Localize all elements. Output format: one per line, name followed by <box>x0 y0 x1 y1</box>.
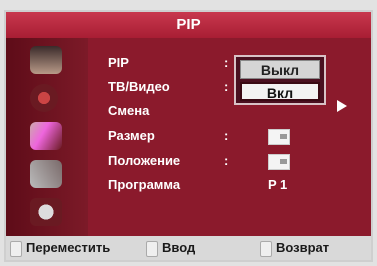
back-label: Возврат <box>276 240 330 255</box>
menu-sep: : <box>224 153 229 168</box>
footer-bar: Переместить Ввод Возврат <box>6 236 371 260</box>
move-label: Переместить <box>26 240 111 255</box>
menu-title: PIP <box>6 12 371 38</box>
menu-sep: : <box>224 128 229 143</box>
menu-item-position[interactable]: Положение <box>108 151 180 171</box>
menu-item-tv-video[interactable]: ТВ/Видео <box>108 77 170 97</box>
pip-options-popup: Выкл Вкл <box>234 55 326 105</box>
move-icon <box>10 240 22 257</box>
input-icon[interactable] <box>30 46 62 74</box>
menu-sep: : <box>224 79 229 94</box>
enter-label: Ввод <box>162 240 196 255</box>
option-off[interactable]: Выкл <box>240 60 320 79</box>
back-hint: Возврат <box>260 236 329 260</box>
sidebar <box>6 38 88 236</box>
picture-icon[interactable] <box>30 84 58 112</box>
menu-item-swap[interactable]: Смена <box>108 101 149 121</box>
position-icon[interactable] <box>268 154 290 170</box>
setup-icon[interactable] <box>30 198 62 226</box>
return-icon <box>260 240 272 257</box>
menu-item-program[interactable]: Программа <box>108 175 180 195</box>
program-value: P 1 <box>268 177 288 192</box>
size-icon[interactable] <box>268 129 290 145</box>
channel-icon[interactable] <box>30 160 62 188</box>
sound-icon[interactable] <box>30 122 62 150</box>
menu-item-pip[interactable]: PIP <box>108 53 129 73</box>
right-arrow-icon <box>337 100 347 112</box>
menu-sep: : <box>224 55 229 70</box>
option-on[interactable]: Вкл <box>240 82 320 101</box>
menu-item-size[interactable]: Размер <box>108 126 155 146</box>
enter-icon <box>146 240 158 257</box>
enter-hint: Ввод <box>146 236 195 260</box>
move-hint: Переместить <box>10 236 110 260</box>
